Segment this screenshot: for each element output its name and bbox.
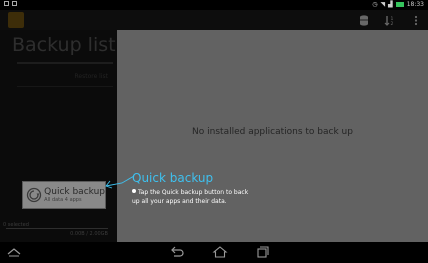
status-bar: ◷ ◥ ▟ 18:33	[0, 0, 428, 10]
action-bar: 1 2	[0, 10, 428, 30]
home-icon[interactable]	[212, 245, 228, 259]
tip-body: Tap the Quick backup button to back up a…	[132, 188, 250, 206]
bullet-icon	[132, 189, 136, 193]
sort-icon[interactable]: 1 2	[384, 13, 396, 27]
tip-text: Tap the Quick backup button to back up a…	[132, 189, 249, 205]
navigation-bar	[0, 242, 428, 263]
quick-backup-sub: All data 4 apps	[44, 196, 82, 203]
database-icon[interactable]	[358, 13, 370, 27]
title-divider	[17, 62, 113, 64]
overflow-menu-icon[interactable]	[410, 13, 422, 27]
keyboard-hide-icon[interactable]	[6, 245, 22, 259]
restore-list-tab[interactable]: Restore list	[30, 73, 109, 80]
alarm-icon: ◷	[372, 1, 378, 8]
battery-icon	[395, 2, 404, 7]
notification-icon	[4, 1, 9, 6]
wifi-icon: ◥	[380, 1, 386, 8]
clock: 18:33	[406, 1, 424, 8]
svg-text:2: 2	[391, 21, 394, 26]
page-title: Backup list	[12, 34, 116, 56]
quick-backup-button[interactable]: Quick backup All data 4 apps	[22, 181, 106, 209]
notification-icon	[12, 1, 17, 6]
quick-backup-label: Quick backup	[44, 186, 105, 197]
back-icon[interactable]	[169, 245, 185, 259]
storage-size: 0.00B / 2.00GB	[70, 231, 108, 237]
app-icon[interactable]	[8, 12, 24, 28]
backup-refresh-icon	[26, 187, 41, 203]
signal-icon: ▟	[388, 1, 393, 8]
tip-title: Quick backup	[132, 171, 214, 185]
storage-divider	[6, 228, 108, 229]
restore-divider	[17, 86, 113, 87]
recent-apps-icon[interactable]	[255, 245, 271, 259]
empty-message: No installed applications to back up	[192, 127, 353, 137]
